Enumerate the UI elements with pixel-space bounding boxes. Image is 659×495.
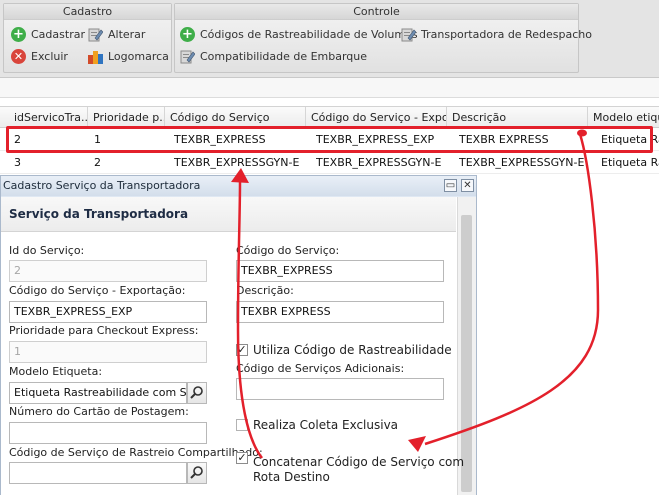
cartao-postagem-input[interactable]	[9, 422, 207, 444]
logo-image-icon	[88, 49, 103, 64]
modelo-etiqueta-search-button[interactable]	[187, 382, 207, 404]
prioridade-input[interactable]: 1	[9, 341, 207, 363]
toolbar-strip	[0, 78, 659, 98]
excluir-button[interactable]: ✕ Excluir	[11, 46, 68, 66]
window-title[interactable]: Cadastro Serviço da Transportadora	[1, 176, 476, 196]
rastreio-compartilhado-combo[interactable]	[9, 462, 187, 484]
utiliza-rastreabilidade-checkbox[interactable]: ✓	[236, 344, 248, 356]
cell-descricao: TEXBR_EXPRESSGYN-E	[459, 156, 585, 169]
edit-pencil-icon	[180, 49, 195, 64]
panel-title: Serviço da Transportadora	[1, 197, 456, 232]
codigo-servico-label: Código do Serviço:	[236, 244, 340, 257]
rastreio-compartilhado-label: Código de Serviço de Rastreio Compartilh…	[9, 446, 263, 459]
column-header-id[interactable]: idServicoTra...	[9, 107, 88, 128]
cell-id: 3	[14, 156, 21, 169]
id-servico-input[interactable]: 2	[9, 260, 207, 282]
concatenar-rota-checkbox[interactable]: ✓	[236, 452, 248, 464]
codigo-exp-input[interactable]: TEXBR_EXPRESS_EXP	[9, 301, 207, 323]
search-icon	[190, 386, 203, 399]
group-title-cadastro: Cadastro	[4, 4, 171, 20]
delete-x-icon: ✕	[11, 48, 26, 64]
cell-codigo-exp: TEXBR_EXPRESSGYN-E	[316, 156, 442, 169]
cadastrar-button[interactable]: + Cadastrar	[11, 24, 85, 44]
ribbon-group-cadastro: Cadastro + Cadastrar Alterar ✕ Excluir L…	[3, 3, 172, 73]
descricao-input[interactable]: TEXBR EXPRESS	[236, 301, 444, 323]
logomarca-button[interactable]: Logomarca	[88, 46, 169, 66]
window-body: Serviço da Transportadora Id do Serviço:…	[1, 197, 476, 495]
column-header-codigo-exp[interactable]: Código do Serviço - Expo...	[306, 107, 447, 128]
alterar-button[interactable]: Alterar	[88, 24, 145, 44]
cartao-postagem-label: Número do Cartão de Postagem:	[9, 405, 189, 418]
prioridade-label: Prioridade para Checkout Express:	[9, 324, 199, 337]
group-title-controle: Controle	[175, 4, 578, 20]
column-header-codigo[interactable]: Código do Serviço	[165, 107, 306, 128]
concatenar-rota-label: Concatenar Código de Serviço com Rota De…	[253, 455, 465, 484]
edit-pencil-icon	[88, 27, 103, 42]
coleta-exclusiva-label: Realiza Coleta Exclusiva	[253, 418, 399, 432]
column-header-descricao[interactable]: Descrição	[447, 107, 588, 128]
compatibilidade-embarque-button[interactable]: Compatibilidade de Embarque	[180, 46, 367, 66]
vertical-scrollbar[interactable]	[457, 197, 476, 495]
codigos-rastreabilidade-button[interactable]: + Códigos de Rastreabilidade de Volumes	[180, 24, 418, 44]
close-icon[interactable]: ✕	[461, 179, 474, 192]
column-header-prioridade[interactable]: Prioridade p...	[88, 107, 165, 128]
minimize-icon[interactable]: ▭	[444, 179, 457, 192]
servicos-adicionais-label: Código de Serviços Adicionais:	[236, 362, 405, 375]
modelo-etiqueta-label: Modelo Etiqueta:	[9, 365, 103, 378]
utiliza-rastreabilidade-label: Utiliza Código de Rastreabilidade	[253, 343, 452, 357]
codigo-servico-input[interactable]: TEXBR_EXPRESS	[236, 260, 444, 282]
plus-circle-icon: +	[180, 26, 195, 42]
transportadora-redespacho-button[interactable]: Transportadora de Redespacho	[401, 24, 592, 44]
cell-codigo: TEXBR_EXPRESSGYN-E	[174, 156, 300, 169]
id-servico-label: Id do Serviço:	[9, 244, 85, 257]
edit-pencil-icon	[401, 27, 416, 42]
table-row[interactable]: 3 2 TEXBR_EXPRESSGYN-E TEXBR_EXPRESSGYN-…	[0, 152, 659, 174]
scrollbar-thumb[interactable]	[461, 215, 472, 492]
ribbon-group-controle: Controle + Códigos de Rastreabilidade de…	[174, 3, 592, 73]
rastreio-compartilhado-search-button[interactable]	[187, 462, 207, 484]
cell-prioridade: 2	[94, 156, 101, 169]
cadastro-servico-window: Cadastro Serviço da Transportadora ▭ ✕ S…	[0, 175, 477, 495]
codigo-exp-label: Código do Serviço - Exportação:	[9, 284, 186, 297]
grid-header: idServicoTra... Prioridade p... Código d…	[0, 106, 659, 128]
cell-modelo: Etiqueta Ras	[601, 156, 659, 169]
descricao-label: Descrição:	[236, 284, 294, 297]
row-highlight-annotation	[6, 126, 653, 153]
plus-circle-icon: +	[11, 26, 26, 42]
column-header-modelo[interactable]: Modelo etique	[588, 107, 659, 128]
ribbon-toolbar: Cadastro + Cadastrar Alterar ✕ Excluir L…	[0, 0, 659, 78]
modelo-etiqueta-combo[interactable]: Etiqueta Rastreabilidade com Serv	[9, 382, 187, 404]
servicos-adicionais-input[interactable]	[236, 378, 444, 400]
search-icon	[190, 466, 203, 479]
coleta-exclusiva-checkbox[interactable]	[236, 419, 248, 431]
